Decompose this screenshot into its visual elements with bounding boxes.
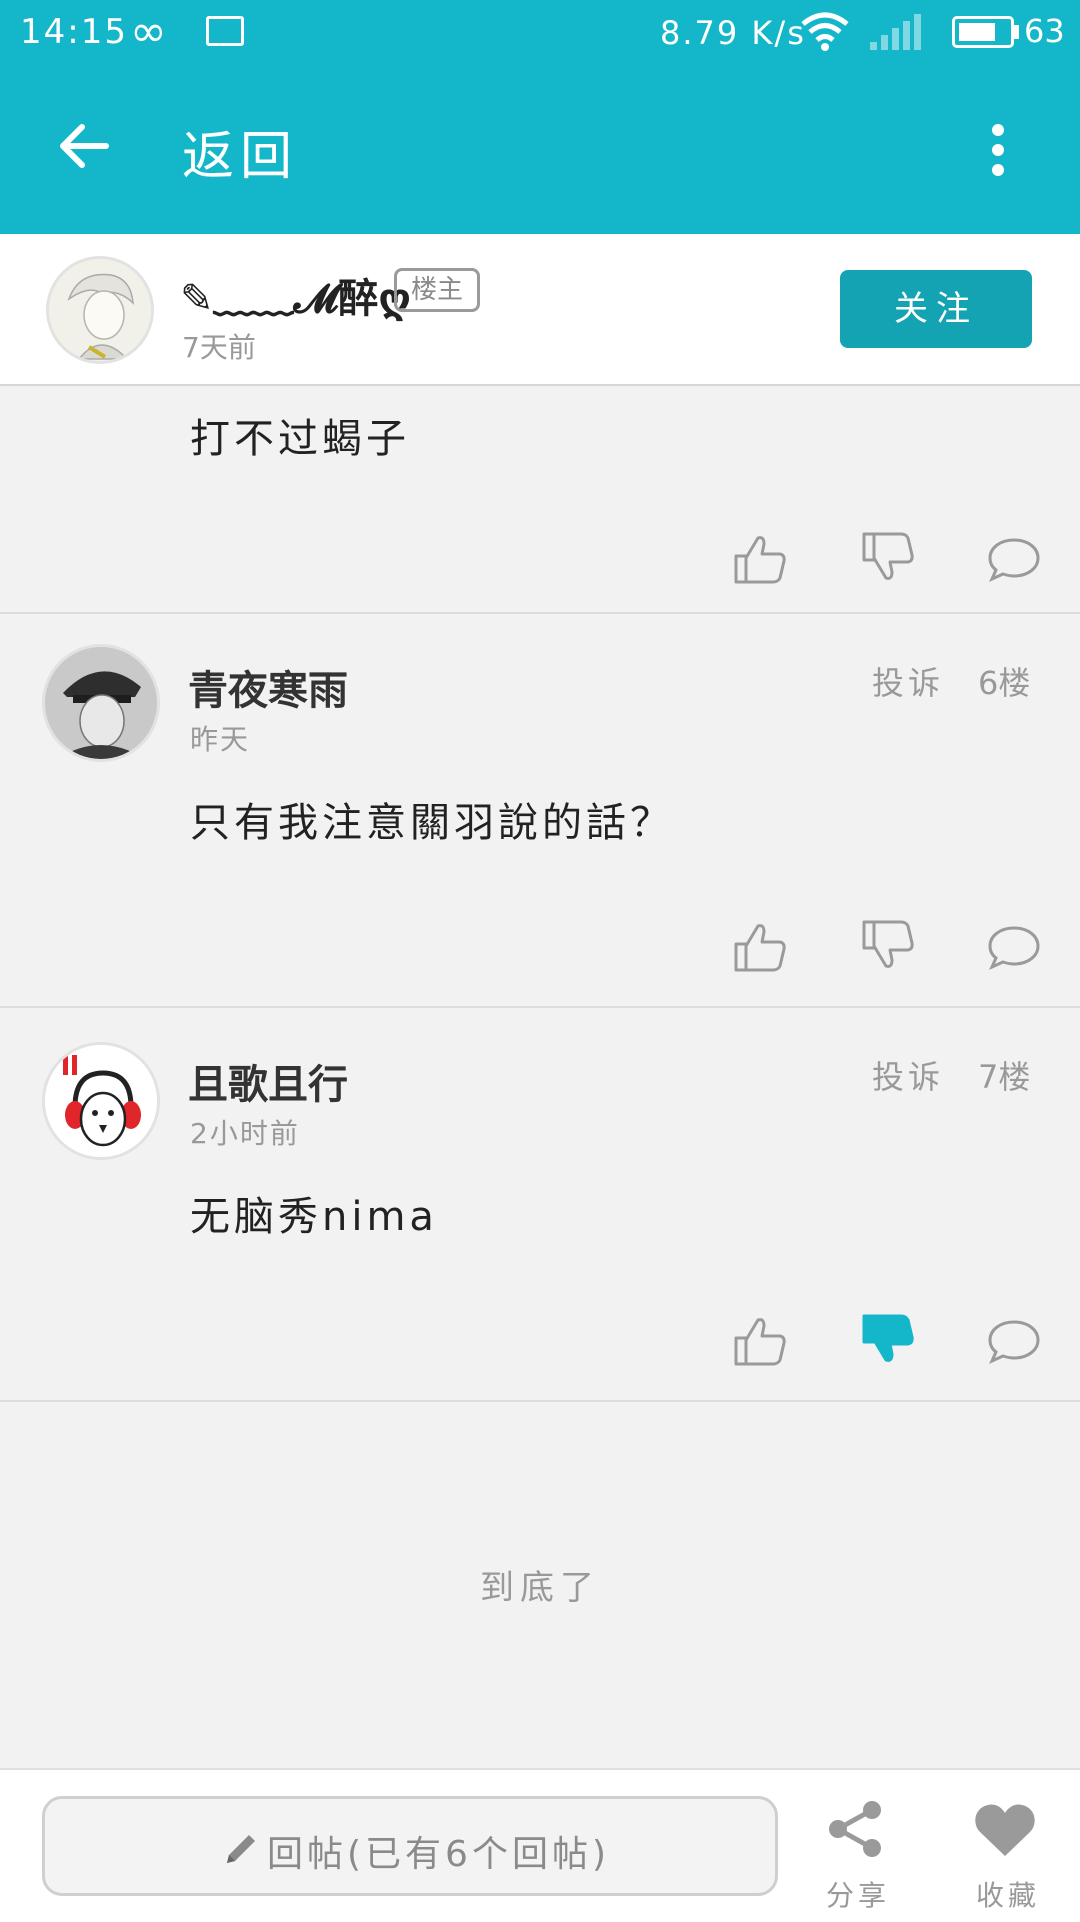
op-avatar[interactable] [46, 256, 154, 364]
floor-number: 7楼 [978, 1058, 1031, 1096]
favorite-label[interactable]: 收藏 [976, 1874, 1040, 1914]
follow-button[interactable]: 关注 [840, 270, 1032, 348]
more-options-icon[interactable] [978, 122, 1018, 178]
op-header: ✎﹏﹏𝓜醉ღ 楼主 7天前 关注 [0, 234, 1080, 386]
post-body: 无脑秀nima [190, 1194, 438, 1240]
pencil-icon [227, 1835, 255, 1863]
battery-tip [1014, 25, 1019, 39]
thumbs-down-icon[interactable] [860, 530, 916, 586]
list-item: 打不过蝎子 [0, 386, 1080, 614]
user-avatar[interactable] [42, 644, 160, 762]
post-author[interactable]: 青夜寒雨 [188, 658, 348, 716]
battery-icon [952, 16, 1014, 48]
status-bar: 14:15 ∞ 8.79 K/s 63 [0, 0, 1080, 66]
reply-placeholder: 回帖(已有6个回帖) [267, 1834, 610, 1875]
infinity-icon: ∞ [130, 6, 167, 57]
post-body: 打不过蝎子 [190, 416, 410, 462]
thumbs-down-icon-active[interactable] [860, 1312, 916, 1368]
comment-icon[interactable] [986, 530, 1042, 586]
wifi-icon [801, 12, 849, 51]
share-label[interactable]: 分享 [826, 1874, 890, 1914]
app-bar: 返回 [0, 66, 1080, 234]
back-arrow-icon[interactable] [56, 118, 112, 174]
heart-icon[interactable] [972, 1800, 1038, 1860]
signal-icon [870, 14, 921, 50]
status-time: 14:15 [20, 12, 128, 52]
thumbs-up-icon[interactable] [732, 918, 788, 974]
op-post-time: 7天前 [182, 331, 256, 364]
thumbs-up-icon[interactable] [732, 530, 788, 586]
comment-icon[interactable] [986, 1312, 1042, 1368]
network-speed: 8.79 K/s [660, 14, 806, 52]
thumbs-up-icon[interactable] [732, 1312, 788, 1368]
bottom-bar: 回帖(已有6个回帖) 分享 收藏 [0, 1768, 1080, 1922]
user-avatar[interactable] [42, 1042, 160, 1160]
list-item: 青夜寒雨 昨天 投诉 6楼 只有我注意關羽說的話？ [0, 614, 1080, 1008]
op-badge: 楼主 [394, 268, 480, 312]
battery-level: 63 [1024, 12, 1065, 50]
reply-input[interactable]: 回帖(已有6个回帖) [42, 1796, 778, 1896]
comment-icon[interactable] [986, 918, 1042, 974]
back-title[interactable]: 返回 [182, 114, 298, 189]
floor-number: 6楼 [978, 664, 1031, 702]
post-time: 2小时前 [190, 1117, 300, 1150]
share-icon[interactable] [824, 1798, 886, 1860]
list-item: 且歌且行 2小时前 投诉 7楼 无脑秀nima [0, 1008, 1080, 1402]
image-notification-icon [206, 16, 244, 46]
thumbs-down-icon[interactable] [860, 918, 916, 974]
report-link[interactable]: 投诉 [872, 1052, 944, 1098]
post-time: 昨天 [190, 723, 251, 756]
post-body: 只有我注意關羽說的話？ [190, 800, 674, 846]
end-of-list-text: 到底了 [480, 1568, 600, 1608]
report-link[interactable]: 投诉 [872, 658, 944, 704]
post-author[interactable]: 且歌且行 [188, 1052, 348, 1110]
op-username[interactable]: ✎﹏﹏𝓜醉ღ [180, 266, 411, 324]
